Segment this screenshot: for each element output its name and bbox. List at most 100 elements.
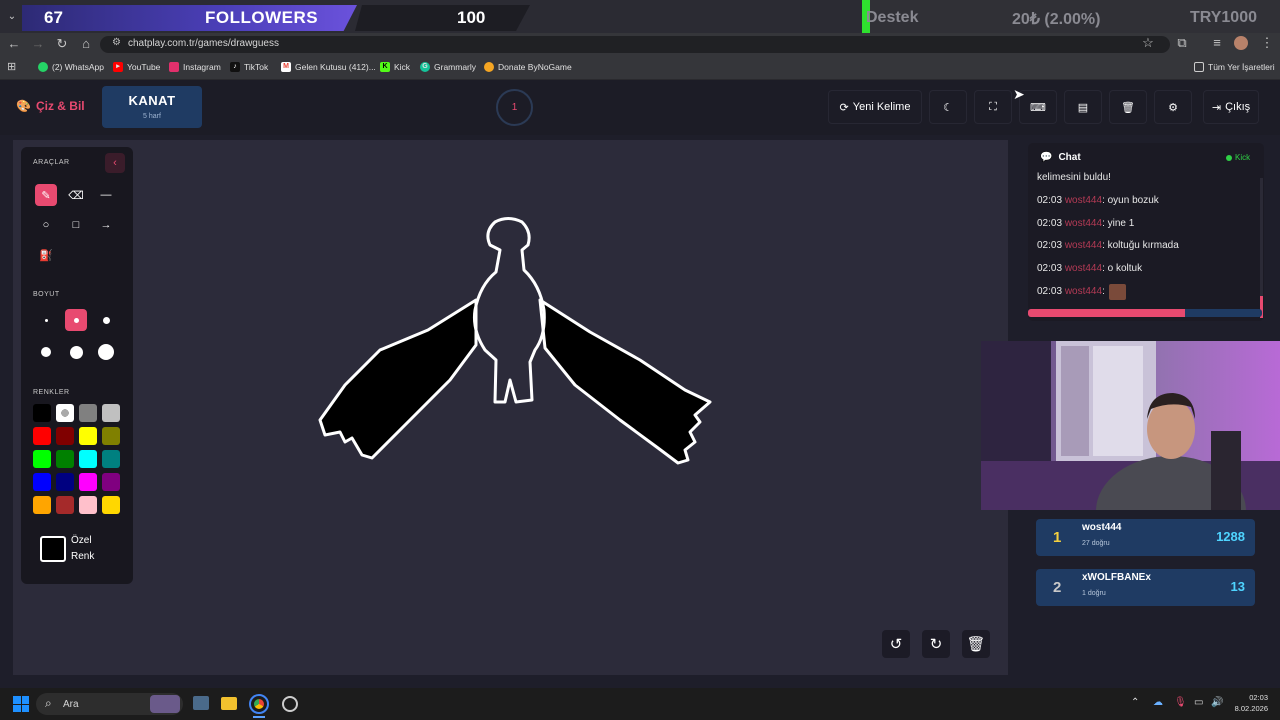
reading-list-icon[interactable]: ≡ [1208, 34, 1226, 52]
size-option-5[interactable] [65, 341, 87, 363]
menu-icon[interactable]: ⋮ [1258, 34, 1276, 52]
bookmark-gmail[interactable]: M Gelen Kutusu (412)... [281, 61, 376, 73]
tray-cloud-icon[interactable]: ☁ [1153, 697, 1163, 708]
obs-icon[interactable] [282, 696, 298, 712]
color-swatch[interactable] [56, 496, 74, 514]
custom-color-line2: Renk [71, 551, 95, 562]
fill-tool[interactable]: ⛽ [35, 244, 57, 266]
app-logo[interactable]: 🎨 Çiz & Bil [16, 99, 85, 113]
size-option-3[interactable] [95, 309, 117, 331]
bookmark-kick[interactable]: K Kick [380, 61, 410, 73]
extensions-icon[interactable]: ⧉ [1173, 34, 1191, 52]
collapse-panel-button[interactable]: ‹ [105, 153, 125, 173]
color-swatch[interactable] [102, 473, 120, 491]
clear-button[interactable]: 🗑 [1109, 90, 1147, 124]
bookmark-whatsapp[interactable]: (2) WhatsApp [38, 61, 104, 73]
color-swatch[interactable] [102, 427, 120, 445]
chat-message-user[interactable]: wost444 [1065, 218, 1102, 229]
arrow-right-icon: → [100, 219, 112, 231]
chat-message-user[interactable]: wost444 [1065, 240, 1102, 251]
round-progress-bar [1028, 309, 1262, 317]
volume-icon[interactable]: 🔊 [1211, 697, 1223, 708]
color-swatch[interactable] [102, 450, 120, 468]
taskbar-clock[interactable]: 02:03 8.02.2026 [1228, 692, 1268, 714]
size-option-1[interactable] [35, 309, 57, 331]
color-swatch[interactable] [56, 404, 74, 422]
chrome-icon[interactable] [249, 694, 269, 714]
custom-color-line1: Özel [71, 535, 92, 546]
bookmark-tiktok[interactable]: ♪ TikTok [230, 61, 268, 73]
url-text[interactable]: chatplay.com.tr/games/drawguess [128, 38, 279, 49]
tools-header: ARAÇLAR [33, 159, 70, 166]
task-view-icon[interactable] [193, 696, 209, 710]
size-option-6[interactable] [95, 341, 117, 363]
redo-button[interactable]: ↻ [922, 630, 950, 658]
dark-mode-button[interactable]: ☾ [929, 90, 967, 124]
tools-panel [21, 147, 133, 584]
tray-chevron-up-icon[interactable]: ⌃ [1131, 697, 1139, 708]
word-hint: 5 harf [143, 113, 161, 120]
color-swatch[interactable] [102, 496, 120, 514]
bookmark-grammarly[interactable]: G Grammarly [420, 61, 476, 73]
chat-message-user[interactable]: wost444 [1065, 286, 1102, 297]
color-swatch[interactable] [33, 473, 51, 491]
site-info-icon[interactable]: ⚙ [112, 37, 121, 48]
color-swatch[interactable] [33, 404, 51, 422]
apps-grid-icon[interactable]: ⊞ [7, 60, 16, 73]
color-swatch[interactable] [79, 404, 97, 422]
bookmarks-folder[interactable]: Tüm Yer İşaretleri [1194, 61, 1275, 73]
eraser-tool[interactable]: ⌫ [65, 184, 87, 206]
settings-button[interactable]: ⚙ [1154, 90, 1192, 124]
reload-icon[interactable]: ↻ [53, 35, 71, 53]
forward-icon[interactable]: → [29, 35, 47, 53]
clear-canvas-button[interactable]: 🗑 [962, 630, 990, 658]
profile-avatar[interactable] [1234, 36, 1248, 50]
score-row-2: 2 xWOLFBANEx 1 doğru 13 [1036, 569, 1255, 606]
archive-button[interactable]: ▤ [1064, 90, 1102, 124]
windows-start-icon[interactable] [13, 696, 29, 712]
logout-button[interactable]: ⇥ Çıkış [1203, 90, 1259, 124]
chevron-down-icon[interactable]: ⌄ [0, 0, 24, 33]
new-word-button[interactable]: ⟳ Yeni Kelime [828, 90, 922, 124]
color-swatch[interactable] [79, 496, 97, 514]
file-explorer-icon[interactable] [221, 697, 237, 710]
circle-tool[interactable]: ○ [35, 214, 57, 236]
color-swatch[interactable] [79, 427, 97, 445]
new-word-label: Yeni Kelime [852, 101, 911, 113]
word-display: KANAT 5 harf [102, 86, 202, 128]
color-swatch[interactable] [33, 496, 51, 514]
star-icon[interactable]: ☆ [1139, 34, 1157, 52]
brush-tool[interactable]: ✎ [35, 184, 57, 206]
microphone-icon[interactable]: 🎙 [1174, 697, 1187, 708]
score-correct-count: 1 doğru [1082, 590, 1106, 597]
rectangle-tool[interactable]: □ [65, 214, 87, 236]
color-swatch[interactable] [33, 450, 51, 468]
color-swatch[interactable] [33, 427, 51, 445]
chat-message-user[interactable]: wost444 [1065, 195, 1102, 206]
arrow-tool[interactable]: → [95, 214, 117, 236]
bookmark-youtube[interactable]: ▸ YouTube [113, 61, 160, 73]
color-swatch[interactable] [56, 473, 74, 491]
custom-color-label[interactable]: Özel Renk [71, 533, 94, 565]
bookmark-instagram[interactable]: Instagram [169, 61, 221, 73]
color-swatch[interactable] [79, 473, 97, 491]
clock-date: 8.02.2026 [1234, 704, 1268, 713]
network-icon[interactable]: ▭ [1194, 697, 1203, 708]
color-swatch[interactable] [102, 404, 120, 422]
size-option-2[interactable] [65, 309, 87, 331]
support-goal: TRY1000 [1190, 9, 1257, 26]
color-swatch[interactable] [56, 450, 74, 468]
fullscreen-button[interactable]: ⛶ [974, 90, 1012, 124]
bookmark-donate[interactable]: Donate ByNoGame [484, 61, 572, 73]
color-swatch[interactable] [56, 427, 74, 445]
line-tool[interactable]: — [95, 184, 117, 206]
color-swatch[interactable] [79, 450, 97, 468]
custom-color-swatch[interactable] [40, 536, 66, 562]
chat-message-user[interactable]: wost444 [1065, 263, 1102, 274]
undo-button[interactable]: ↺ [882, 630, 910, 658]
keyboard-icon: ⌨ [1030, 101, 1046, 114]
home-icon[interactable]: ⌂ [77, 35, 95, 53]
back-icon[interactable]: ← [5, 35, 23, 53]
youtube-icon: ▸ [113, 62, 123, 72]
size-option-4[interactable] [35, 341, 57, 363]
